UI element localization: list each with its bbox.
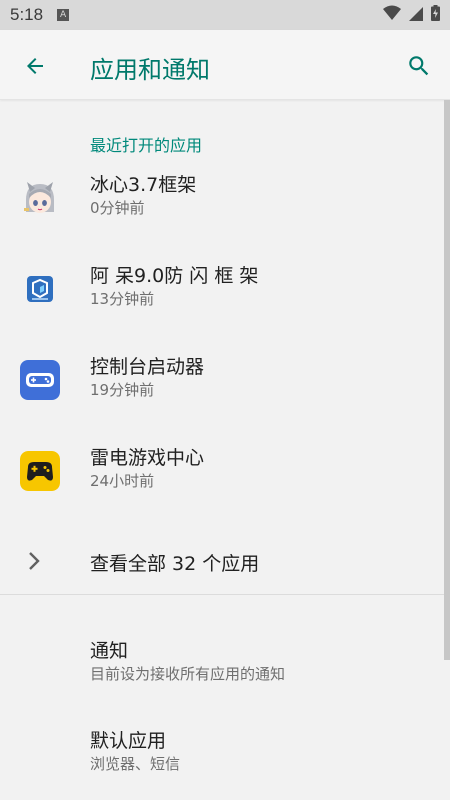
default-apps-preference[interactable]: 默认应用 浏览器、短信 [0,706,444,796]
recent-app-item[interactable]: 控制台启动器 19分钟前 [0,334,444,424]
anime-avatar-icon [20,178,60,218]
yellow-gamepad-icon [20,451,60,491]
app-last-opened: 19分钟前 [90,381,155,399]
divider [0,594,444,595]
search-button[interactable] [404,51,434,81]
wifi-icon [383,5,401,25]
preference-summary: 浏览器、短信 [90,755,181,773]
back-button[interactable] [20,51,50,81]
app-name: 冰心3.7框架 [90,174,197,196]
search-icon [409,56,429,76]
status-bar: 5:18 A [0,0,450,30]
preference-summary: 目前设为接收所有应用的通知 [90,665,286,683]
app-name: 阿 呆9.0防 闪 框 架 [90,265,259,287]
scrollbar[interactable] [444,100,450,660]
see-all-apps-label: 查看全部 32 个应用 [90,553,260,575]
recent-app-item[interactable]: 雷电游戏中心 24小时前 [0,425,444,515]
app-last-opened: 13分钟前 [90,290,155,308]
preference-title: 通知 [90,640,129,662]
app-name: 控制台启动器 [90,356,205,378]
chevron-right-icon [25,550,43,576]
arrow-back-icon [27,58,43,74]
recent-app-item[interactable]: 阿 呆9.0防 闪 框 架 13分钟前 [0,243,444,333]
recent-app-item[interactable]: 冰心3.7框架 0分钟前 [0,152,444,242]
notifications-preference[interactable]: 通知 目前设为接收所有应用的通知 [0,616,444,706]
console-gamepad-icon [20,360,60,400]
page-title: 应用和通知 [90,56,210,84]
status-icons [383,5,440,25]
notification-badge: A [57,9,70,21]
cell-signal-icon [409,6,423,25]
battery-charging-icon [431,5,440,25]
preference-title: 默认应用 [90,730,167,752]
status-time: 5:18 [10,5,44,24]
see-all-apps-item[interactable]: 查看全部 32 个应用 [0,516,444,606]
app-name: 雷电游戏中心 [90,447,205,469]
app-last-opened: 0分钟前 [90,199,145,217]
blue-cube-app-icon [20,269,60,309]
app-last-opened: 24小时前 [90,472,155,490]
app-bar: 应用和通知 [0,30,450,100]
